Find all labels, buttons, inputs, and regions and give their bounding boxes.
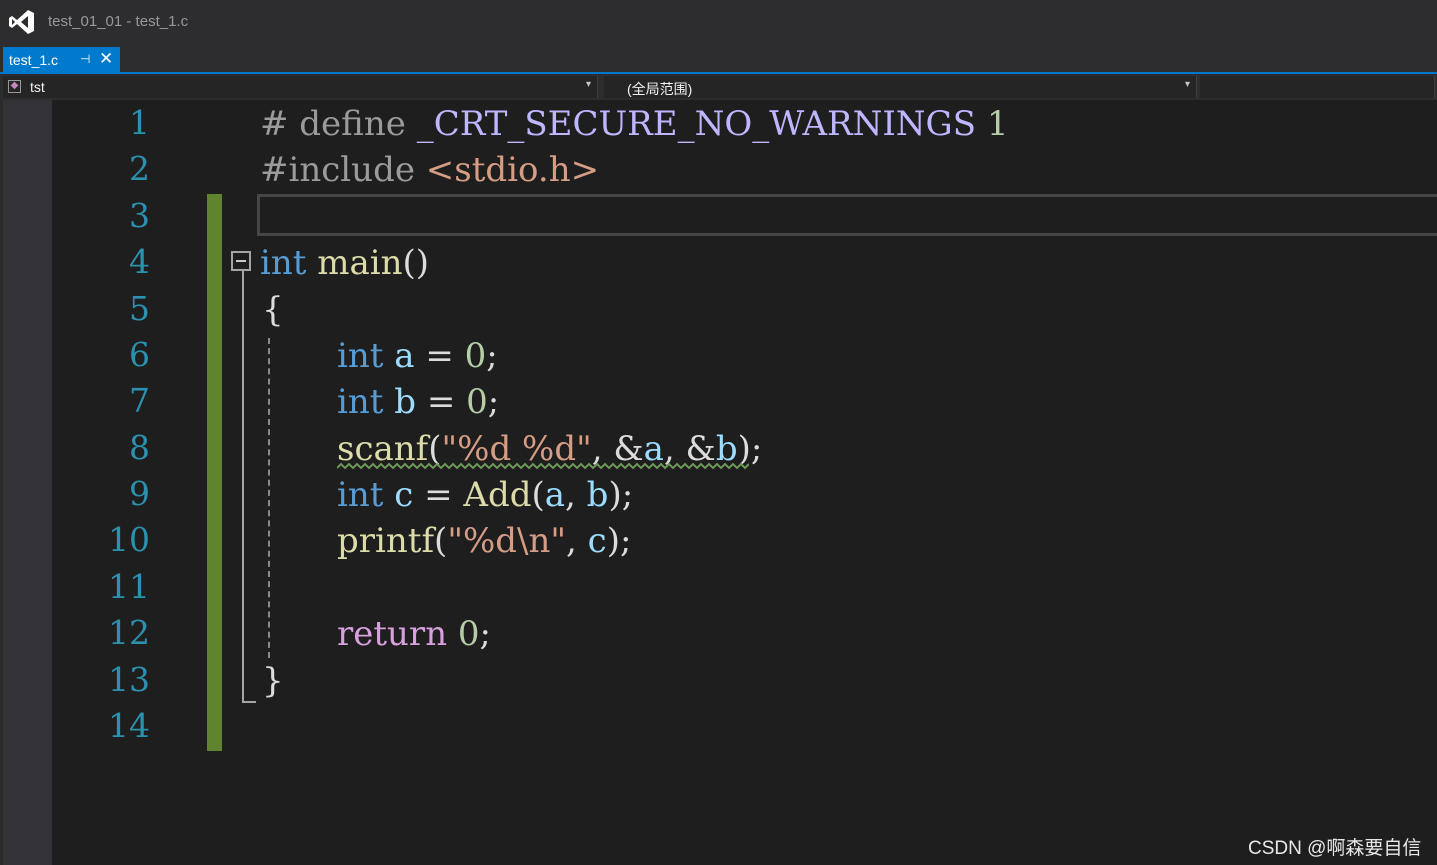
window-title: test_01_01 - test_1.c — [48, 13, 189, 30]
chevron-down-icon: ▾ — [1184, 79, 1190, 90]
line-number: 11 — [108, 567, 150, 606]
member-dropdown[interactable] — [1200, 76, 1435, 98]
code-line-4: int main() — [260, 243, 430, 283]
scope-dropdown[interactable]: (全局范围) ▾ — [604, 76, 1197, 98]
document-tab-strip: test_1.c ⊣ ✕ — [0, 45, 1437, 72]
line-number: 4 — [129, 242, 150, 281]
outline-line — [242, 271, 244, 701]
code-line-13: } — [262, 661, 284, 701]
tab-test-1-c[interactable]: test_1.c ⊣ ✕ — [3, 47, 120, 72]
code-line-6: int a = 0; — [337, 336, 498, 376]
line-number: 1 — [129, 103, 150, 142]
title-bar: test_01_01 - test_1.c — [0, 0, 1437, 45]
navigation-bar: ◆ tst ▾ (全局范围) ▾ — [0, 74, 1437, 100]
minus-icon — [236, 260, 246, 262]
change-tracking-bar — [207, 194, 222, 751]
project-icon: ◆ — [8, 80, 21, 93]
visual-studio-logo-icon — [9, 10, 34, 34]
code-line-1: # define _CRT_SECURE_NO_WARNINGS 1 — [260, 104, 1009, 144]
code-line-9: int c = Add(a, b); — [337, 475, 634, 515]
watermark: CSDN @啊森要自信 — [1248, 838, 1422, 859]
indent-guide — [268, 338, 270, 658]
collapse-toggle[interactable] — [231, 251, 251, 271]
close-icon[interactable]: ✕ — [99, 49, 113, 69]
line-number: 8 — [129, 428, 150, 467]
code-line-7: int b = 0; — [337, 382, 500, 422]
line-number: 13 — [108, 660, 150, 699]
code-editor[interactable]: 1 2 3 4 5 6 7 8 9 10 11 12 13 14 # defin… — [0, 100, 1437, 865]
line-number: 12 — [108, 613, 150, 652]
code-line-2: #include <stdio.h> — [260, 150, 600, 190]
code-line-12: return 0; — [337, 614, 492, 654]
current-line-highlight — [257, 194, 1437, 236]
line-number: 9 — [129, 474, 150, 513]
project-dropdown[interactable]: ◆ tst ▾ — [3, 76, 598, 98]
line-number: 6 — [129, 335, 150, 374]
warning-squiggle[interactable] — [337, 462, 749, 470]
project-dropdown-value: tst — [30, 79, 45, 95]
code-line-10: printf("%d\n", c); — [337, 521, 632, 561]
code-line-5: { — [262, 290, 284, 330]
outline-end — [242, 701, 256, 703]
line-number: 5 — [129, 289, 150, 328]
line-number: 14 — [108, 706, 150, 745]
scope-dropdown-value: (全局范围) — [627, 81, 693, 97]
line-number: 7 — [129, 381, 150, 420]
line-number: 10 — [108, 520, 150, 559]
tab-label: test_1.c — [9, 52, 59, 68]
line-number: 2 — [129, 149, 150, 188]
line-number: 3 — [129, 196, 150, 235]
pin-icon[interactable]: ⊣ — [80, 52, 90, 66]
chevron-down-icon: ▾ — [585, 79, 591, 90]
